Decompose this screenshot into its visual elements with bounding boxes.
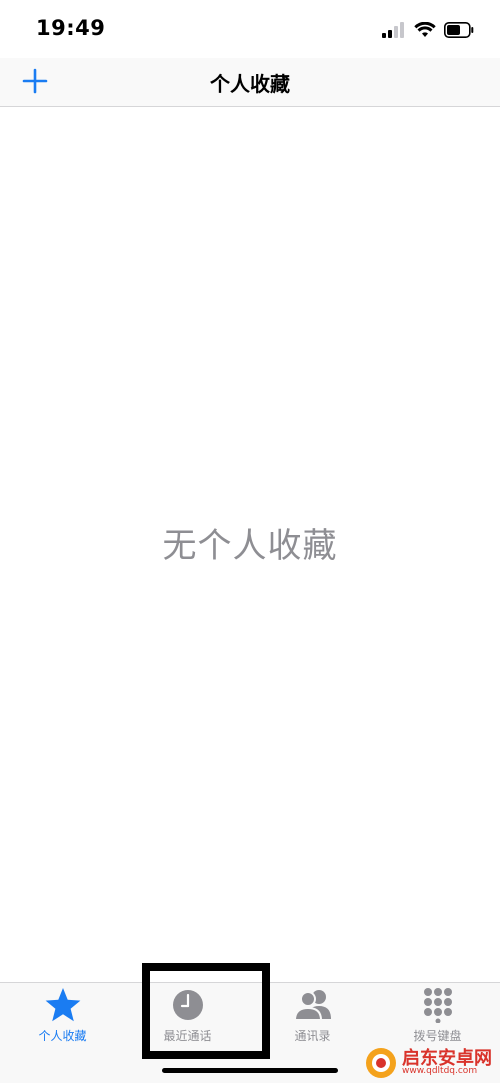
home-indicator (162, 1068, 338, 1073)
keypad-icon (423, 988, 452, 1023)
status-bar: 19:49 (0, 0, 500, 58)
tab-keypad[interactable]: 拨号键盘 (375, 987, 500, 1049)
tab-label: 个人收藏 (38, 1029, 87, 1043)
status-time: 19:49 (36, 16, 106, 40)
watermark-logo-icon (366, 1048, 396, 1078)
cellular-signal-icon (382, 22, 404, 38)
tab-favorites[interactable]: 个人收藏 (0, 987, 125, 1049)
watermark-url: www.qdltdq.com (402, 1066, 478, 1076)
empty-state-message: 无个人收藏 (162, 526, 338, 566)
battery-icon (444, 22, 474, 38)
tab-label: 通讯录 (294, 1029, 331, 1043)
page-title: 个人收藏 (210, 72, 290, 96)
tab-contacts[interactable]: 通讯录 (250, 987, 375, 1049)
watermark: 启东安卓网 www.qdltdq.com (362, 1044, 492, 1080)
status-icons (382, 20, 474, 40)
clock-icon (172, 990, 203, 1020)
navigation-bar: 个人收藏 (0, 58, 500, 107)
wifi-icon (414, 22, 436, 37)
phone-screen: 19:49 个人收藏 无个人收藏 个人收藏 最近通话 通讯录 拨号键盘 启东安卓… (0, 0, 500, 1083)
tab-label: 拨号键盘 (413, 1029, 462, 1043)
tab-recents[interactable]: 最近通话 (125, 987, 250, 1049)
contacts-icon (293, 990, 331, 1021)
star-icon (45, 988, 80, 1022)
tab-label: 最近通话 (163, 1029, 212, 1043)
